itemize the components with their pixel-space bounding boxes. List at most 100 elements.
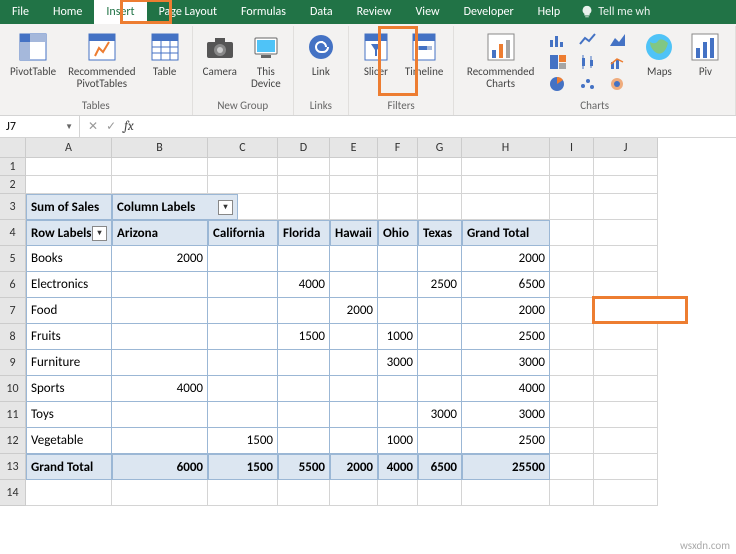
stats-chart-button[interactable] xyxy=(574,52,602,72)
cell[interactable]: Toys xyxy=(26,402,112,428)
row-header[interactable]: 9 xyxy=(0,350,26,376)
treemap-button[interactable] xyxy=(544,52,572,72)
cell[interactable] xyxy=(278,194,330,220)
pie-chart-button[interactable] xyxy=(544,74,572,94)
enter-icon[interactable]: ✓ xyxy=(106,119,116,134)
cell[interactable] xyxy=(208,298,278,324)
cell[interactable] xyxy=(594,272,658,298)
cell[interactable] xyxy=(418,324,462,350)
cell[interactable]: 6000 xyxy=(112,454,208,480)
cell[interactable] xyxy=(594,324,658,350)
row-header[interactable]: 12 xyxy=(0,428,26,454)
cell[interactable] xyxy=(330,428,378,454)
cell[interactable] xyxy=(278,246,330,272)
scatter-chart-button[interactable] xyxy=(574,74,602,94)
column-header[interactable]: J xyxy=(594,138,658,158)
cell[interactable]: California xyxy=(208,220,278,246)
cell[interactable] xyxy=(278,350,330,376)
cell[interactable] xyxy=(278,158,330,176)
cell[interactable] xyxy=(112,402,208,428)
tab-formulas[interactable]: Formulas xyxy=(229,0,298,24)
cell[interactable] xyxy=(208,324,278,350)
cell[interactable] xyxy=(418,176,462,194)
cell[interactable] xyxy=(278,298,330,324)
row-header[interactable]: 10 xyxy=(0,376,26,402)
cell[interactable]: Sum of Sales xyxy=(26,194,112,220)
cell[interactable] xyxy=(278,402,330,428)
cell[interactable]: Grand Total xyxy=(462,220,550,246)
cell[interactable]: 1500 xyxy=(278,324,330,350)
cell[interactable] xyxy=(330,194,378,220)
tab-data[interactable]: Data xyxy=(298,0,345,24)
tab-file[interactable]: File xyxy=(0,0,41,24)
cell[interactable] xyxy=(208,158,278,176)
cell[interactable] xyxy=(208,176,278,194)
recommended-pivottables-button[interactable]: Recommended PivotTables xyxy=(64,28,139,92)
pivotchart-button[interactable]: Piv xyxy=(684,28,726,80)
cell[interactable] xyxy=(594,454,658,480)
cell[interactable] xyxy=(594,376,658,402)
cell[interactable] xyxy=(26,480,112,506)
cell[interactable]: Row Labels▾ xyxy=(26,220,112,246)
cell[interactable]: Electronics xyxy=(26,272,112,298)
cell[interactable] xyxy=(550,194,594,220)
maps-button[interactable]: Maps xyxy=(638,28,680,80)
column-chart-button[interactable] xyxy=(544,30,572,50)
cell[interactable] xyxy=(550,246,594,272)
cell[interactable]: 2500 xyxy=(462,324,550,350)
cell[interactable] xyxy=(378,246,418,272)
cell[interactable]: 4000 xyxy=(378,454,418,480)
column-header[interactable]: E xyxy=(330,138,378,158)
fx-icon[interactable]: fx xyxy=(124,119,134,134)
cell[interactable]: Texas xyxy=(418,220,462,246)
cell[interactable]: 2500 xyxy=(462,428,550,454)
this-device-button[interactable]: This Device xyxy=(245,28,287,92)
cell[interactable]: 2000 xyxy=(330,298,378,324)
cell[interactable]: 3000 xyxy=(462,402,550,428)
cell[interactable] xyxy=(418,428,462,454)
cell[interactable]: Vegetable xyxy=(26,428,112,454)
cell[interactable]: 1500 xyxy=(208,428,278,454)
row-header[interactable]: 14 xyxy=(0,480,26,506)
cell[interactable] xyxy=(330,350,378,376)
tab-view[interactable]: View xyxy=(404,0,452,24)
cell[interactable] xyxy=(418,246,462,272)
combo-chart-button[interactable] xyxy=(604,52,632,72)
cell[interactable] xyxy=(594,194,658,220)
tab-page-layout[interactable]: Page Layout xyxy=(147,0,229,24)
cell[interactable]: 1000 xyxy=(378,324,418,350)
cell[interactable] xyxy=(418,298,462,324)
cell[interactable] xyxy=(208,376,278,402)
cell[interactable] xyxy=(550,350,594,376)
cell[interactable] xyxy=(278,376,330,402)
cell[interactable] xyxy=(462,158,550,176)
cell[interactable]: 6500 xyxy=(462,272,550,298)
cell[interactable] xyxy=(112,428,208,454)
column-header[interactable]: I xyxy=(550,138,594,158)
column-header[interactable]: B xyxy=(112,138,208,158)
row-header[interactable]: 7 xyxy=(0,298,26,324)
cell[interactable]: Fruits xyxy=(26,324,112,350)
cell[interactable] xyxy=(112,272,208,298)
slicer-button[interactable]: Slicer xyxy=(355,28,397,80)
cancel-icon[interactable]: ✕ xyxy=(88,119,98,134)
cell[interactable]: 2000 xyxy=(112,246,208,272)
name-box[interactable]: J7 ▼ xyxy=(0,116,80,137)
cell[interactable] xyxy=(26,176,112,194)
cell[interactable] xyxy=(550,158,594,176)
table-button[interactable]: Table xyxy=(144,28,186,80)
cell[interactable]: Furniture xyxy=(26,350,112,376)
cell[interactable] xyxy=(330,158,378,176)
cell[interactable] xyxy=(462,480,550,506)
cell[interactable] xyxy=(208,246,278,272)
cell[interactable] xyxy=(112,350,208,376)
cell[interactable]: 2000 xyxy=(330,454,378,480)
cell[interactable] xyxy=(594,176,658,194)
cell[interactable] xyxy=(330,272,378,298)
cell[interactable]: 3000 xyxy=(462,350,550,376)
cell[interactable]: 2000 xyxy=(462,298,550,324)
column-header[interactable]: C xyxy=(208,138,278,158)
column-header[interactable]: H xyxy=(462,138,550,158)
cell[interactable] xyxy=(550,402,594,428)
cell[interactable] xyxy=(378,480,418,506)
